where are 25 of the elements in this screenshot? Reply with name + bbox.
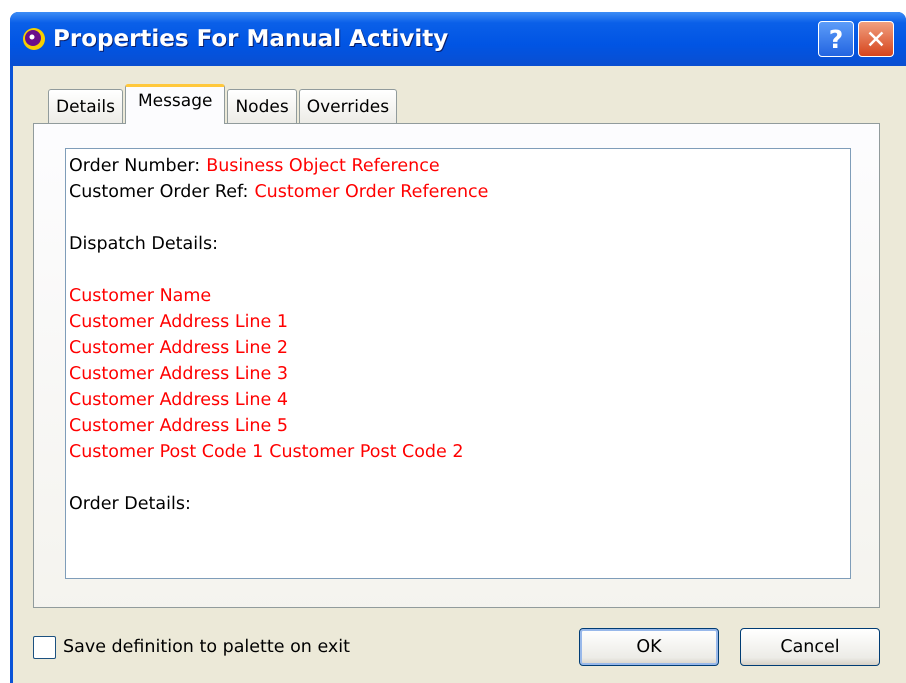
field-placeholder-text: Customer Order Reference	[254, 181, 488, 204]
field-placeholder-text: Customer Address Line 2	[69, 337, 288, 360]
tab[interactable]: Nodes	[227, 89, 297, 123]
tab[interactable]: Overrides	[298, 89, 398, 123]
help-button[interactable]: ?	[818, 21, 854, 57]
field-placeholder-text: Customer Address Line 4	[69, 389, 288, 412]
window-title: Properties For Manual Activity	[53, 26, 448, 52]
field-placeholder-text: Business Object Reference	[206, 155, 440, 178]
field-placeholder-text: Customer Address Line 5	[69, 415, 288, 438]
field-placeholder-text: Customer Post Code 1	[69, 441, 264, 464]
ok-button[interactable]: OK	[579, 628, 719, 666]
message-text: Order Details:	[69, 493, 191, 516]
field-placeholder-text: Customer Post Code 2	[269, 441, 464, 464]
tab[interactable]: Details	[48, 89, 123, 123]
field-placeholder-text: Customer Address Line 3	[69, 363, 288, 386]
field-placeholder-text: Customer Address Line 1	[69, 311, 288, 334]
tab[interactable]: Message	[124, 84, 226, 124]
app-icon	[22, 27, 46, 51]
field-placeholder-text: Customer Name	[69, 285, 212, 308]
message-text: Dispatch Details:	[69, 233, 218, 256]
checkbox-label: Save definition to palette on exit	[63, 637, 350, 657]
cancel-button[interactable]: Cancel	[740, 628, 880, 666]
message-text: Order Number:	[69, 155, 200, 178]
message-text: Customer Order Ref:	[69, 181, 248, 204]
checkbox[interactable]	[33, 636, 56, 658]
